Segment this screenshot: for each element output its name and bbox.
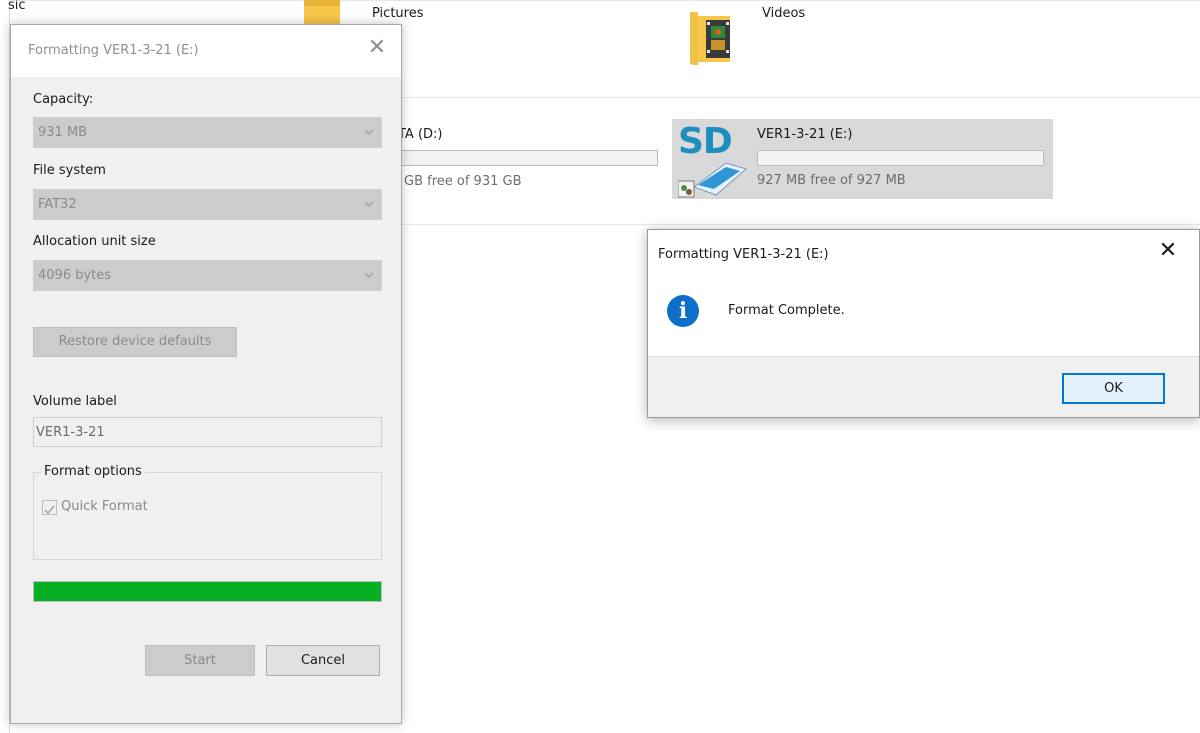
message-text: Format Complete. — [728, 303, 845, 318]
pictures-folder-label[interactable]: Pictures — [372, 6, 423, 21]
videos-folder-icon[interactable] — [688, 0, 748, 70]
ok-button[interactable]: OK — [1062, 373, 1165, 404]
checkmark-icon — [44, 505, 55, 514]
restore-defaults-button[interactable]: Restore device defaults — [33, 327, 237, 357]
section-divider — [396, 224, 1200, 225]
chevron-down-icon — [364, 201, 374, 207]
format-options-group: Format options Quick Format — [33, 464, 382, 560]
filesystem-dropdown[interactable]: FAT32 — [33, 189, 382, 220]
information-glyph: i — [678, 298, 688, 324]
videos-folder-label[interactable]: Videos — [762, 6, 805, 21]
quick-format-label: Quick Format — [61, 499, 148, 514]
format-dialog-titlebar: Formatting VER1-3-21 (E:) ✕ — [11, 25, 401, 77]
navigation-pane-edge — [0, 0, 10, 733]
drive-e-tile[interactable]: SD VER1-3-21 (E:) 927 MB free of 927 MB — [672, 119, 1053, 199]
information-icon: i — [667, 295, 699, 327]
filesystem-value: FAT32 — [38, 197, 77, 212]
section-divider — [396, 97, 1200, 98]
music-folder-label[interactable]: sic — [8, 0, 26, 13]
format-progress-fill — [34, 582, 381, 601]
format-dialog: Formatting VER1-3-21 (E:) ✕ Capacity: 93… — [10, 24, 402, 724]
explorer-top-edge — [10, 0, 1200, 8]
sd-card-icon — [677, 159, 748, 203]
format-complete-dialog: Formatting VER1-3-21 (E:) ✕ i Format Com… — [647, 229, 1200, 418]
format-options-title: Format options — [41, 464, 145, 479]
drive-e-space: 927 MB free of 927 MB — [757, 173, 906, 188]
close-icon[interactable]: ✕ — [1158, 240, 1178, 262]
volume-label-input[interactable]: VER1-3-21 — [33, 417, 382, 447]
volume-label-label: Volume label — [33, 394, 117, 409]
drive-d-space: GB free of 931 GB — [404, 174, 522, 189]
sd-card-badge: SD — [678, 121, 733, 162]
volume-label-value: VER1-3-21 — [36, 425, 105, 440]
allocation-unit-value: 4096 bytes — [38, 268, 112, 283]
drive-d-usage-bar — [398, 150, 658, 166]
message-box-footer: OK — [648, 356, 1199, 417]
start-button[interactable]: Start — [145, 645, 255, 676]
drive-e-label: VER1-3-21 (E:) — [757, 127, 853, 142]
chevron-down-icon — [364, 272, 374, 278]
filesystem-label: File system — [33, 163, 106, 178]
chevron-down-icon — [364, 129, 374, 135]
close-icon[interactable]: ✕ — [367, 37, 387, 59]
allocation-unit-label: Allocation unit size — [33, 234, 156, 249]
capacity-value: 931 MB — [38, 125, 88, 140]
capacity-dropdown[interactable]: 931 MB — [33, 117, 382, 148]
cancel-button[interactable]: Cancel — [266, 645, 380, 676]
format-dialog-title: Formatting VER1-3-21 (E:) — [28, 43, 199, 58]
message-box-title: Formatting VER1-3-21 (E:) — [658, 247, 829, 262]
allocation-unit-dropdown[interactable]: 4096 bytes — [33, 260, 382, 291]
drive-d-label[interactable]: TA (D:) — [398, 127, 443, 142]
capacity-label: Capacity: — [33, 92, 94, 107]
quick-format-checkbox[interactable] — [42, 500, 57, 515]
drive-e-usage-bar — [757, 150, 1044, 166]
format-progress-bar — [33, 581, 382, 602]
